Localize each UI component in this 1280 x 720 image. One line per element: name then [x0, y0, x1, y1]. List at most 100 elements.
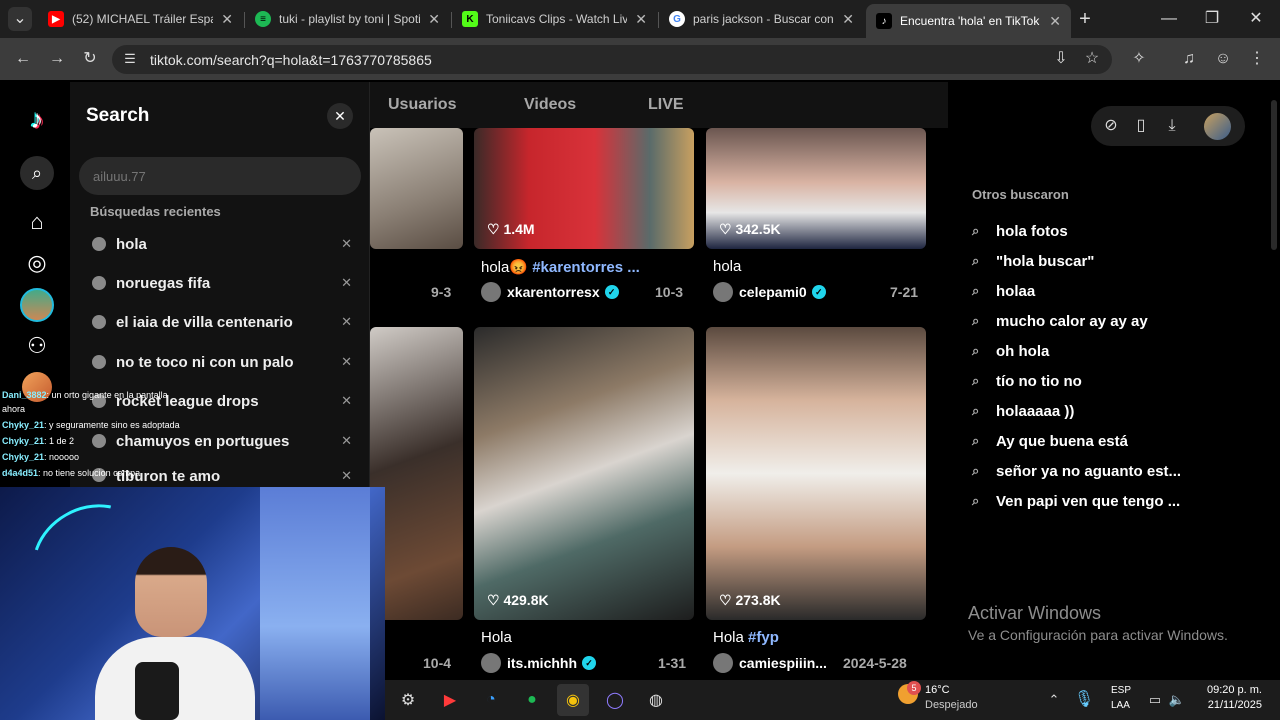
tab-spotify[interactable]: ≡ tuki - playlist by toni | Spoti ✕: [245, 4, 450, 34]
suggestion-item[interactable]: ⌕ holaa: [972, 279, 1035, 303]
chat-line: d4a4d51: no tiene solucion compa: [2, 468, 140, 478]
tab-kick[interactable]: K Toniicavs Clips - Watch Live ✕: [452, 4, 657, 34]
language-top[interactable]: ESP: [1111, 685, 1131, 696]
video-date: 1-31: [658, 655, 687, 671]
download-icon[interactable]: ⤓: [1160, 114, 1184, 138]
tray-chevron-icon[interactable]: ⌃: [1042, 688, 1066, 712]
media-player-icon[interactable]: ▶: [434, 684, 466, 716]
remove-icon[interactable]: ✕: [341, 393, 352, 409]
following-icon[interactable]: ⚇: [20, 329, 54, 363]
video-author[interactable]: celepami0 ✓: [713, 282, 826, 302]
tab-search-chevron-icon[interactable]: ⌄: [8, 7, 32, 31]
live-avatar-icon[interactable]: [20, 288, 54, 322]
video-caption[interactable]: hola: [713, 258, 741, 275]
maximize-icon[interactable]: ❐: [1200, 7, 1224, 31]
chat-user: Dani_3882: [2, 390, 47, 400]
clock-time[interactable]: 09:20 p. m.: [1200, 684, 1262, 696]
remove-icon[interactable]: ✕: [341, 314, 352, 330]
tab-google[interactable]: G paris jackson - Buscar con G ✕: [659, 4, 864, 34]
search-icon[interactable]: ⌕: [20, 156, 54, 190]
scrollbar[interactable]: [1271, 100, 1277, 250]
new-tab-icon[interactable]: +: [1073, 7, 1097, 31]
recent-search-item[interactable]: hola ✕: [92, 232, 352, 256]
install-app-icon[interactable]: ⇩: [1049, 47, 1073, 71]
url-text[interactable]: tiktok.com/search?q=hola&t=1763770785865: [150, 52, 432, 68]
suggestion-item[interactable]: ⌕ Ven papi ven que tengo ...: [972, 489, 1180, 513]
suggestion-item[interactable]: ⌕ Ay que buena está: [972, 429, 1128, 453]
weather-temp[interactable]: 16°C: [925, 684, 950, 696]
suggestion-item[interactable]: ⌕ "hola buscar": [972, 249, 1094, 273]
spotify-icon[interactable]: ●: [516, 684, 548, 716]
back-icon[interactable]: ←: [11, 47, 35, 71]
minimize-icon[interactable]: —: [1157, 7, 1181, 31]
tiktok-logo-icon[interactable]: ♪: [20, 102, 54, 136]
avatar[interactable]: [1204, 113, 1231, 140]
mobile-app-icon[interactable]: ▯: [1129, 114, 1153, 138]
suggestion-item[interactable]: ⌕ mucho calor ay ay ay: [972, 309, 1148, 333]
hashtag-link[interactable]: #karentorres ...: [532, 259, 640, 276]
video-thumbnail[interactable]: [474, 327, 694, 620]
window-close-icon[interactable]: ✕: [1244, 7, 1268, 31]
video-author[interactable]: xkarentorresx ✓: [481, 282, 619, 302]
suggestion-item[interactable]: ⌕ oh hola: [972, 339, 1049, 363]
video-caption[interactable]: Hola #fyp: [713, 629, 779, 646]
recent-search-item[interactable]: el iaia de villa centenario ✕: [92, 310, 352, 334]
remove-icon[interactable]: ✕: [341, 236, 352, 252]
search-icon: ⌕: [972, 223, 980, 238]
menu-icon[interactable]: ⋮: [1245, 47, 1269, 71]
chrome-icon[interactable]: ◉: [557, 684, 589, 716]
suggestion-item[interactable]: ⌕ holaaaaa )): [972, 399, 1074, 423]
close-icon[interactable]: ✕: [635, 11, 647, 28]
tab-youtube[interactable]: ▶ (52) MICHAEL Tráiler Españo ✕: [38, 4, 243, 34]
close-icon[interactable]: ✕: [221, 11, 233, 28]
search-input[interactable]: [79, 157, 361, 195]
network-icon[interactable]: ▭: [1143, 688, 1167, 712]
close-icon[interactable]: ✕: [1049, 13, 1061, 30]
video-caption[interactable]: Hola: [481, 629, 512, 646]
close-search-icon[interactable]: ✕: [327, 103, 353, 129]
video-author[interactable]: its.michhh ✓: [481, 653, 597, 673]
volume-icon[interactable]: 🔈: [1165, 688, 1189, 712]
profile-icon[interactable]: ☺: [1211, 47, 1235, 71]
recent-search-item[interactable]: chamuyos en portugues ✕: [92, 429, 352, 453]
tab-videos[interactable]: Videos: [524, 96, 576, 114]
close-icon[interactable]: ✕: [842, 11, 854, 28]
coins-icon[interactable]: ⊘: [1099, 114, 1123, 138]
explore-icon[interactable]: ◎: [20, 246, 54, 280]
video-author[interactable]: camiespiiin...: [713, 653, 827, 673]
suggestion-item[interactable]: ⌕ señor ya no aguanto est...: [972, 459, 1181, 483]
extensions-icon[interactable]: ✧: [1127, 47, 1151, 71]
remove-icon[interactable]: ✕: [341, 275, 352, 291]
hashtag-link[interactable]: #fyp: [748, 629, 779, 646]
close-icon[interactable]: ✕: [428, 11, 440, 28]
chat-message: : un orto gigante en la pantalla: [46, 390, 168, 400]
tab-live[interactable]: LIVE: [648, 96, 684, 114]
tab-usuarios[interactable]: Usuarios: [388, 96, 456, 114]
reload-icon[interactable]: ↻: [78, 47, 102, 71]
bookmark-star-icon[interactable]: ☆: [1080, 47, 1104, 71]
video-thumbnail[interactable]: [706, 327, 926, 620]
steam-icon[interactable]: ⚙: [392, 684, 424, 716]
video-caption[interactable]: hola😡 #karentorres ...: [481, 258, 640, 276]
video-thumbnail[interactable]: [370, 128, 463, 249]
suggestion-item[interactable]: ⌕ tío no tio no: [972, 369, 1082, 393]
app-icon[interactable]: ◯: [599, 684, 631, 716]
recent-search-item[interactable]: no te toco ni con un palo ✕: [92, 350, 352, 374]
recent-search-item[interactable]: noruegas fifa ✕: [92, 271, 352, 295]
suggestion-label: "hola buscar": [996, 252, 1095, 270]
remove-icon[interactable]: ✕: [341, 468, 352, 484]
obs-icon[interactable]: ◍: [640, 684, 672, 716]
search-icon: ⌕: [972, 403, 980, 418]
remove-icon[interactable]: ✕: [341, 433, 352, 449]
site-info-icon[interactable]: ☰: [118, 47, 142, 71]
suggestion-item[interactable]: ⌕ hola fotos: [972, 219, 1068, 243]
edge-icon[interactable]: ◔: [475, 684, 507, 716]
forward-icon[interactable]: →: [45, 47, 69, 71]
search-panel-title: Search: [86, 105, 150, 126]
home-icon[interactable]: ⌂: [20, 205, 54, 239]
chat-message: : y seguramente sino es adoptada: [44, 420, 180, 430]
media-control-icon[interactable]: ♫: [1177, 47, 1201, 71]
tab-tiktok[interactable]: ♪ Encuentra 'hola' en TikTok | ✕: [866, 4, 1071, 38]
remove-icon[interactable]: ✕: [341, 354, 352, 370]
microphone-icon[interactable]: 🎙: [1072, 688, 1096, 712]
